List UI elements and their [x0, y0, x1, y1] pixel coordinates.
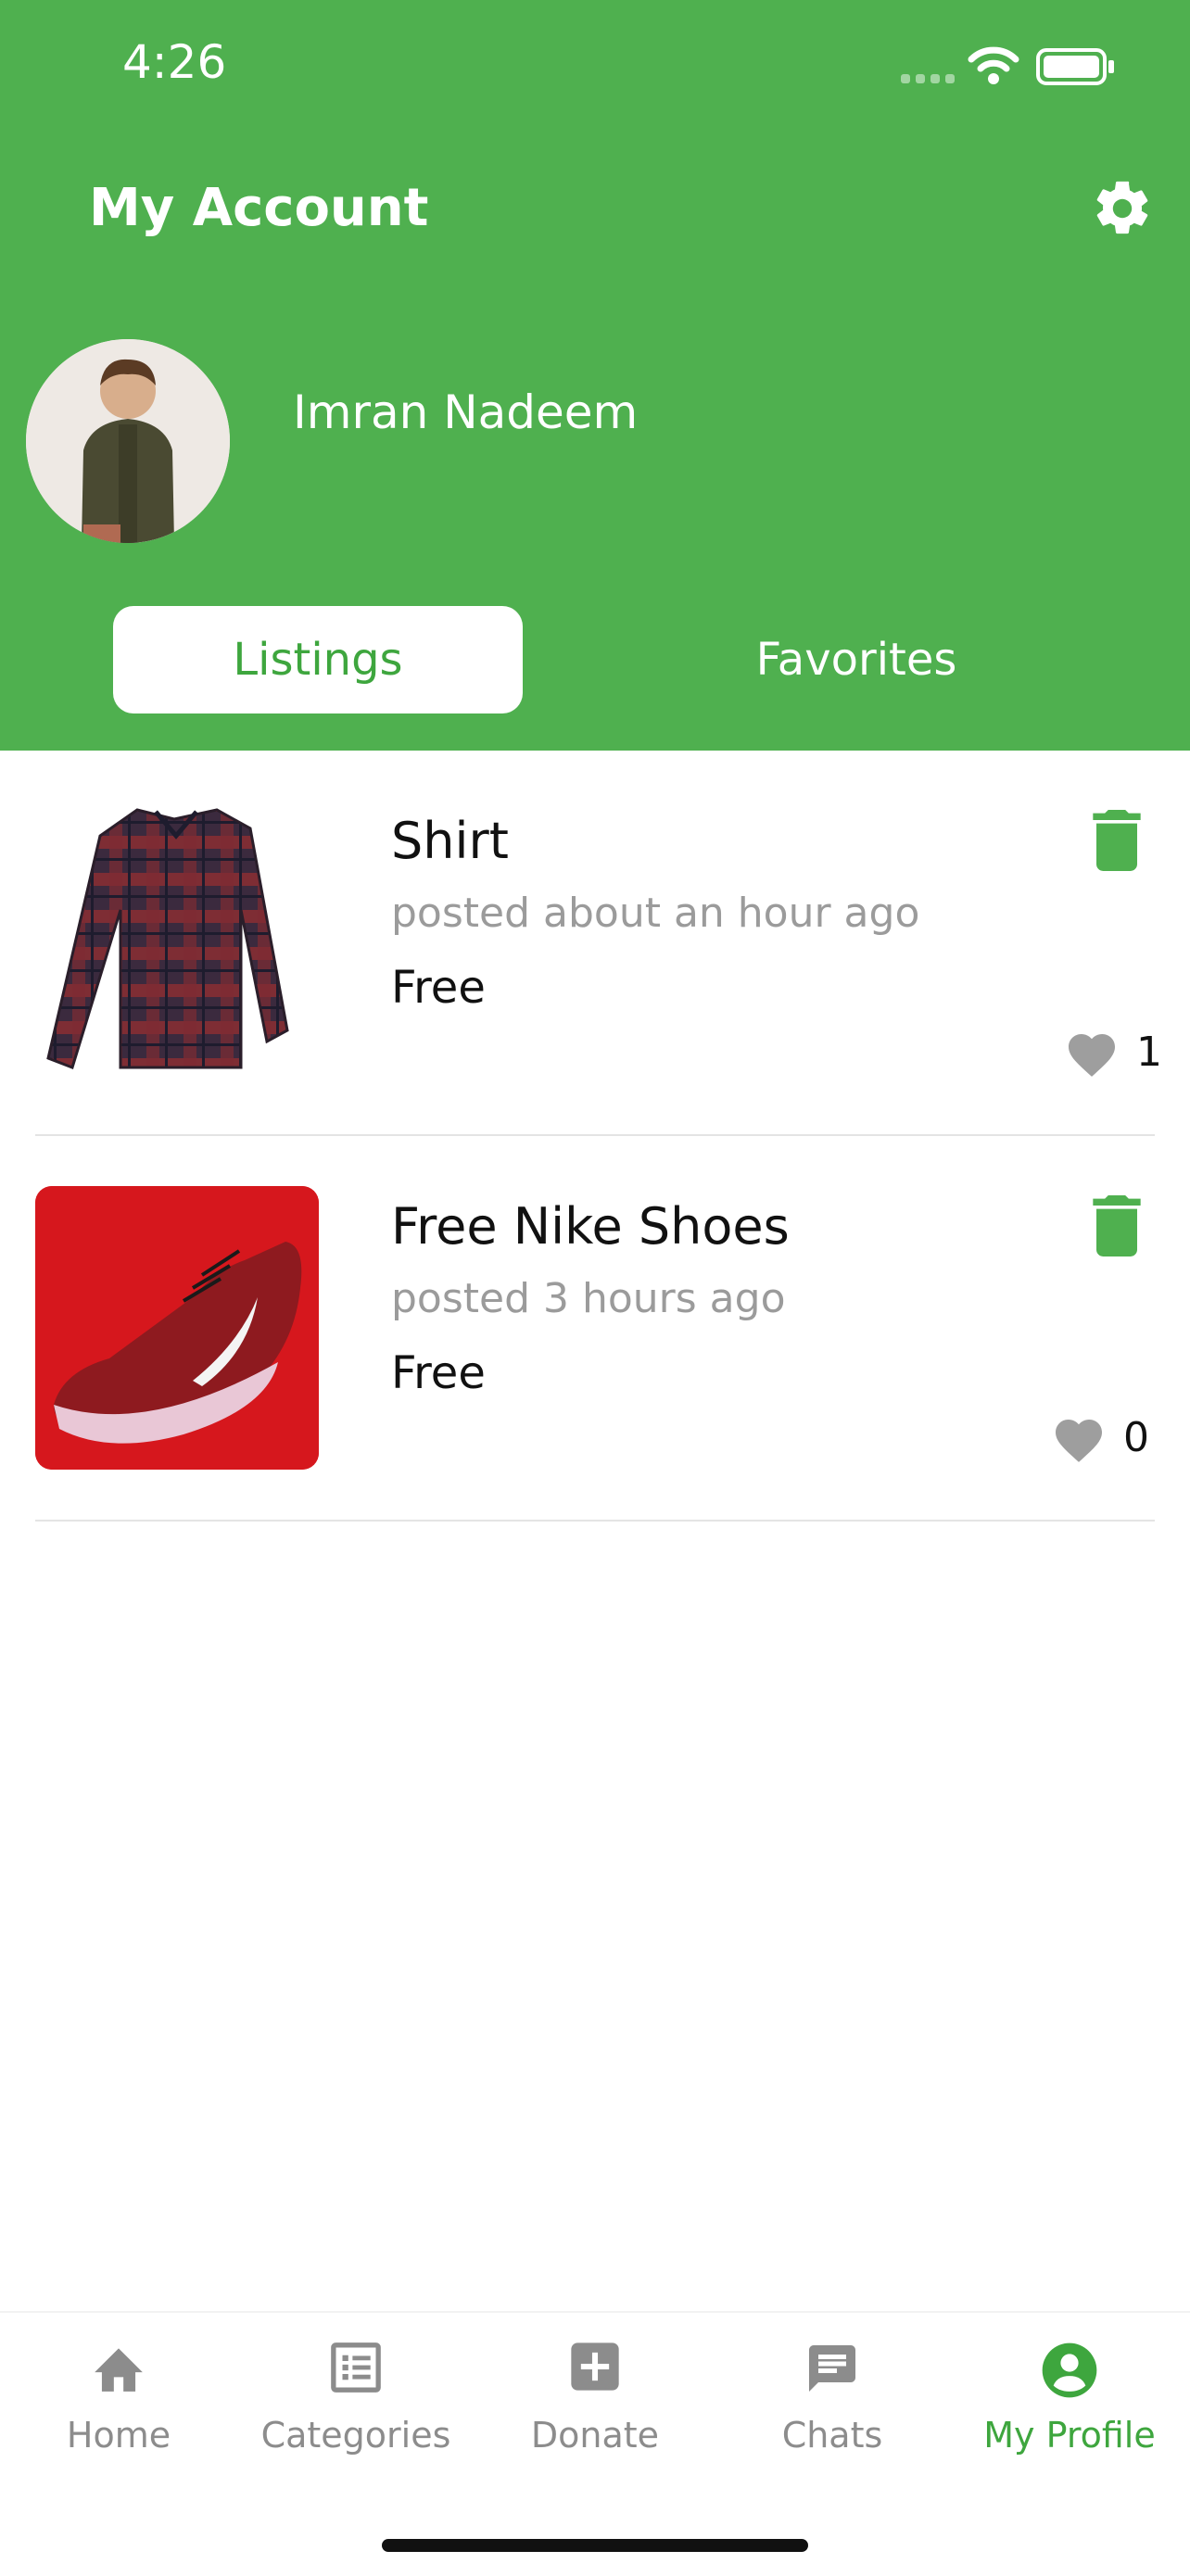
- trash-icon[interactable]: [1092, 810, 1142, 871]
- item-title[interactable]: Free Nike Shoes: [391, 1197, 790, 1256]
- home-indicator: [382, 2539, 808, 2552]
- avatar-image: [26, 339, 230, 543]
- item-posted-time: posted about an hour ago: [391, 890, 920, 937]
- tab-favorites[interactable]: Favorites: [667, 606, 1045, 713]
- cellular-signal-icon: [901, 74, 955, 83]
- tab-label: Categories: [260, 2415, 451, 2456]
- shirt-image: [46, 808, 289, 1069]
- item-thumbnail: [35, 1186, 319, 1470]
- list-icon: [331, 2342, 381, 2393]
- profile-name: Imran Nadeem: [293, 385, 639, 439]
- page-title: My Account: [89, 178, 429, 238]
- list-item[interactable]: Free Nike Shoes posted 3 hours ago Free …: [0, 1136, 1190, 1522]
- tab-categories[interactable]: Categories: [237, 2313, 475, 2498]
- bottom-tab-bar: Home Categories Donate Chats My Profile: [0, 2311, 1190, 2576]
- app-header: 4:26 My Account: [0, 0, 1190, 285]
- tab-home[interactable]: Home: [0, 2313, 237, 2498]
- item-posted-time: posted 3 hours ago: [391, 1275, 786, 1322]
- shoe-image: [35, 1186, 319, 1470]
- wifi-icon: [968, 46, 1019, 84]
- tab-chats[interactable]: Chats: [714, 2313, 951, 2498]
- gear-icon[interactable]: [1090, 176, 1155, 241]
- tab-listings[interactable]: Listings: [113, 606, 523, 713]
- tab-label: Home: [66, 2415, 171, 2456]
- chat-icon: [809, 2345, 855, 2392]
- item-price: Free: [391, 962, 486, 1014]
- profile-section: Imran Nadeem Listings Favorites: [0, 285, 1190, 751]
- plus-square-icon: [571, 2342, 619, 2391]
- home-icon: [95, 2348, 143, 2392]
- tab-my-profile[interactable]: My Profile: [951, 2313, 1188, 2498]
- tab-label: My Profile: [983, 2415, 1156, 2456]
- heart-icon[interactable]: [1064, 1027, 1120, 1079]
- list-item[interactable]: Shirt posted about an hour ago Free 1: [0, 751, 1190, 1136]
- trash-icon[interactable]: [1092, 1195, 1142, 1256]
- tab-label: Donate: [530, 2415, 660, 2456]
- item-price: Free: [391, 1347, 486, 1399]
- like-count: 1: [1136, 1029, 1162, 1076]
- item-thumbnail: [35, 799, 319, 1082]
- like-count: 0: [1123, 1414, 1149, 1461]
- avatar: [26, 339, 230, 543]
- tab-donate[interactable]: Donate: [476, 2313, 714, 2498]
- divider: [35, 1520, 1155, 1522]
- heart-icon[interactable]: [1051, 1412, 1107, 1464]
- item-title[interactable]: Shirt: [391, 812, 509, 870]
- tab-label: Chats: [781, 2415, 883, 2456]
- battery-icon: [1036, 48, 1114, 85]
- status-bar: 4:26: [0, 0, 1190, 139]
- status-time: 4:26: [122, 35, 227, 89]
- profile-icon: [1042, 2342, 1097, 2398]
